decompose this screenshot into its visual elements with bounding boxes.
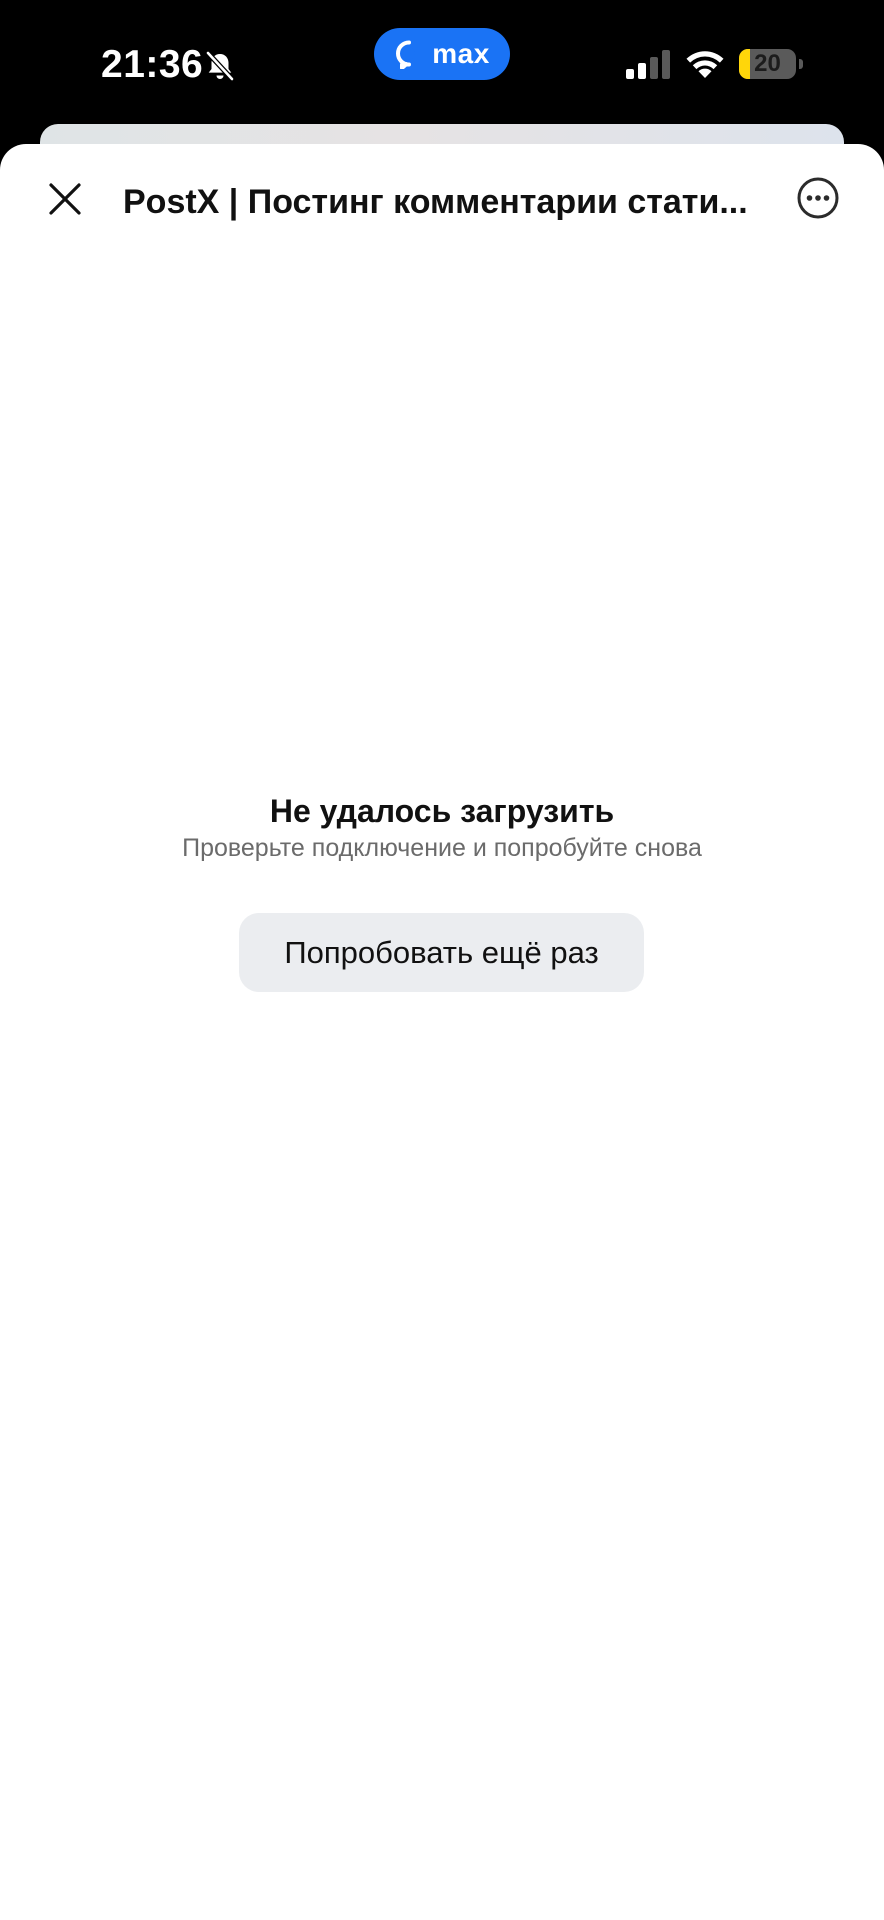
close-button[interactable]: [40, 174, 90, 224]
error-subtitle: Проверьте подключение и попробуйте снова: [182, 834, 702, 862]
status-time: 21:36: [101, 43, 204, 86]
more-options-icon[interactable]: [796, 176, 840, 220]
screen: 21:36 max 20 PostX | Постинг комментарии…: [0, 0, 884, 1920]
max-logo-icon: [396, 40, 416, 69]
battery-level: 20: [754, 50, 781, 77]
close-icon: [49, 183, 81, 215]
bell-muted-icon: [205, 50, 235, 82]
error-title: Не удалось загрузить: [269, 793, 615, 829]
retry-button[interactable]: Попробовать ещё раз: [239, 913, 644, 992]
app-pill-label: max: [432, 38, 490, 69]
cellular-signal-icon: [626, 50, 670, 79]
status-bar: 21:36 max 20: [0, 0, 884, 120]
page-title: PostX | Постинг комментарии стати...: [123, 183, 748, 221]
wifi-icon: [686, 51, 724, 78]
battery-body: 20: [739, 49, 796, 79]
app-pill-max[interactable]: max: [374, 28, 510, 80]
sheet-header: PostX | Постинг комментарии стати...: [0, 144, 884, 254]
battery-cap: [799, 59, 803, 69]
mini-app-sheet: PostX | Постинг комментарии стати...: [0, 144, 884, 1920]
battery-indicator: 20: [739, 49, 803, 79]
